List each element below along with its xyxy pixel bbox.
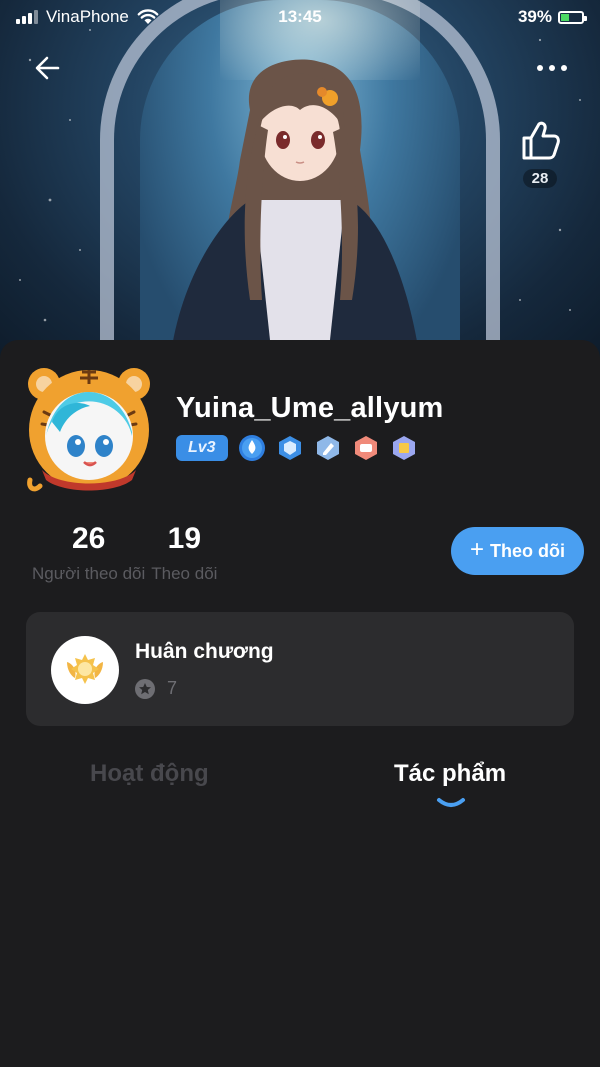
medals-card[interactable]: Huân chương 7 [26,612,574,726]
follow-button[interactable]: + Theo dõi [451,527,584,575]
carrier-name: VinaPhone [46,7,129,26]
banner-character-illustration [170,59,420,360]
level-badge[interactable]: Lv3 [176,435,228,461]
username: Yuina_Ume_allyum [176,392,444,424]
avatar-tiger-frame-image [27,368,150,492]
medals-count: 7 [167,678,178,698]
back-button[interactable] [26,46,70,90]
chat-badge-icon[interactable] [352,434,380,462]
followers-stat[interactable]: 26 Người theo dõi [32,520,145,584]
more-dots-icon [537,65,543,71]
avatar[interactable] [24,362,154,494]
following-label: Theo dõi [151,564,218,583]
follow-button-label: Theo dõi [490,540,565,561]
plus-icon: + [469,536,484,563]
book-badge-icon[interactable] [390,434,418,462]
badge-row: Lv3 [176,434,418,462]
following-count: 19 [167,522,202,555]
shield-badge-icon[interactable] [276,434,304,462]
battery-percent: 39% [517,7,552,26]
more-options-button[interactable] [524,46,580,90]
star-circle-icon [135,678,155,699]
tab-works[interactable]: Tác phẩm [394,760,506,788]
cellular-signal-icon [16,10,38,24]
like-count: 28 [522,169,558,188]
battery-icon [558,10,587,24]
medal-icon [51,636,119,704]
followers-count: 26 [71,522,106,555]
active-tab-indicator [437,798,465,807]
following-stat[interactable]: 19 Theo dõi [151,520,217,584]
battery-level-fill [561,13,569,21]
status-right: 39% [517,7,587,27]
status-left: VinaPhone [16,7,159,27]
profile-banner [0,0,600,360]
medals-count-row: 7 [135,678,177,699]
like-button[interactable]: 28 [512,118,568,188]
arrow-left-icon [35,56,60,80]
medals-title: Huân chương [135,640,274,663]
profile-tabs: Hoạt động Tác phẩm [0,760,600,820]
followers-label: Người theo dõi [32,564,146,583]
profile-stats: 26 Người theo dõi 19 Theo dõi [32,520,217,584]
status-bar: VinaPhone 13:45 39% [0,0,600,34]
pencil-badge-icon[interactable] [314,434,342,462]
wifi-icon [137,9,159,24]
tab-activity[interactable]: Hoạt động [90,760,209,788]
drop-badge-icon[interactable] [238,434,266,462]
thumbs-up-icon [522,121,560,160]
